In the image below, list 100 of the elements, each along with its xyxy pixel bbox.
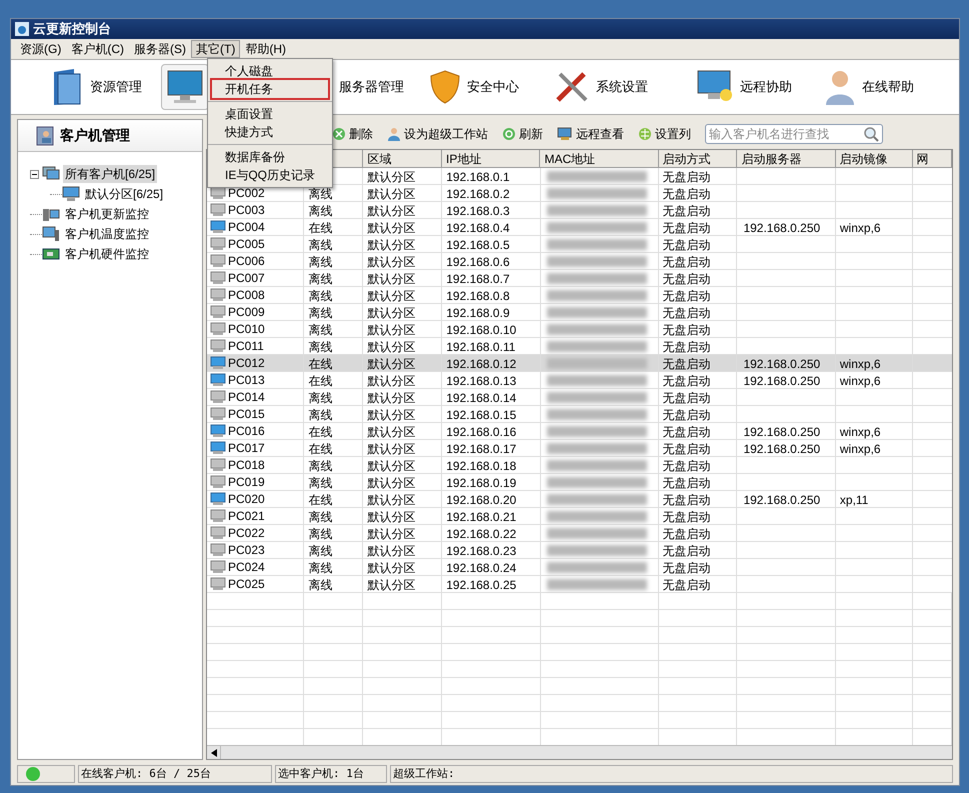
table-cell: 192.168.0.5 bbox=[446, 238, 510, 252]
table-cell: 192.168.0.250 bbox=[743, 374, 820, 388]
table-cell: 无盘启动 bbox=[662, 204, 711, 218]
table-cell: 默认分区 bbox=[367, 357, 416, 371]
menu-item[interactable]: 桌面设置 bbox=[212, 105, 328, 123]
menu-item[interactable]: IE与QQ历史记录 bbox=[212, 166, 328, 184]
table-row[interactable]: PC024 离线 默认分区 192.168.0.24 无盘启动 bbox=[207, 559, 952, 576]
table-row[interactable]: PC003 离线 默认分区 192.168.0.3 无盘启动 bbox=[207, 202, 952, 219]
table-cell: 默认分区 bbox=[367, 493, 416, 507]
table-cell: 无盘启动 bbox=[662, 561, 711, 575]
menu-item[interactable]: 帮助(H) bbox=[240, 40, 291, 58]
table-cell: xp,11 bbox=[840, 493, 868, 507]
table-row[interactable]: PC020 在线 默认分区 192.168.0.20 无盘启动 192.168.0.250 xp,11 bbox=[207, 491, 952, 508]
table-cell: 默认分区 bbox=[367, 408, 416, 422]
column-header[interactable]: MAC地址 bbox=[540, 150, 659, 167]
toolbar-button[interactable] bbox=[161, 64, 209, 110]
tree-item[interactable]: 客户机更新监控 bbox=[63, 205, 151, 223]
table-cell: 192.168.0.17 bbox=[446, 442, 516, 456]
menu-item[interactable]: 快捷方式 bbox=[212, 123, 328, 141]
toolbar-button[interactable]: 远程协助 bbox=[691, 64, 797, 110]
table-cell: 离线 bbox=[308, 527, 332, 541]
table-row[interactable]: PC022 离线 默认分区 192.168.0.22 无盘启动 bbox=[207, 525, 952, 542]
table-row[interactable]: PC005 离线 默认分区 192.168.0.5 无盘启动 bbox=[207, 236, 952, 253]
table-cell: 192.168.0.21 bbox=[446, 510, 516, 524]
toolbar-button[interactable]: 服务器管理 bbox=[334, 64, 409, 110]
toolbar-button[interactable]: 在线帮助 bbox=[819, 64, 919, 110]
table-cell: 192.168.0.11 bbox=[446, 340, 516, 354]
table-cell-text: PC013 bbox=[228, 372, 265, 389]
table-row[interactable]: PC008 离线 默认分区 192.168.0.8 无盘启动 bbox=[207, 287, 952, 304]
table-row[interactable]: PC018 离线 默认分区 192.168.0.18 无盘启动 bbox=[207, 457, 952, 474]
action-button[interactable]: 设为超级工作站 bbox=[387, 125, 488, 143]
table-row[interactable]: PC016 在线 默认分区 192.168.0.16 无盘启动 192.168.0.250 winxp,6 bbox=[207, 423, 952, 440]
tree-item[interactable]: 客户机硬件监控 bbox=[63, 245, 151, 263]
tree-item[interactable]: 客户机温度监控 bbox=[63, 225, 151, 243]
table-cell: 无盘启动 bbox=[662, 187, 711, 201]
column-header[interactable]: 启动镜像 bbox=[836, 150, 913, 167]
left-arrow-icon[interactable] bbox=[210, 748, 216, 756]
table-cell: 默认分区 bbox=[367, 459, 416, 473]
table-cell-text: PC018 bbox=[228, 457, 265, 474]
menu-item[interactable]: 开机任务 bbox=[212, 80, 328, 98]
column-header[interactable]: 启动方式 bbox=[658, 150, 738, 167]
table-row[interactable]: PC006 离线 默认分区 192.168.0.6 无盘启动 bbox=[207, 253, 952, 270]
table-row[interactable]: PC017 在线 默认分区 192.168.0.17 无盘启动 192.168.0.250 winxp,6 bbox=[207, 440, 952, 457]
table-cell: 离线 bbox=[308, 204, 332, 218]
search-field[interactable]: 输入客户机名进行查找 bbox=[705, 124, 883, 144]
menu-item[interactable]: 客户机(C) bbox=[66, 40, 129, 58]
column-header[interactable]: 网 bbox=[912, 150, 952, 167]
table-cell: 默认分区 bbox=[367, 442, 416, 456]
menu-item[interactable]: 个人磁盘 bbox=[212, 62, 328, 80]
table-cell: 无盘启动 bbox=[662, 255, 711, 269]
table-cell: 无盘启动 bbox=[662, 578, 711, 592]
collapse-toggle[interactable] bbox=[30, 170, 39, 178]
table-cell: winxp,6 bbox=[840, 442, 881, 456]
table-row[interactable]: PC019 离线 默认分区 192.168.0.19 无盘启动 bbox=[207, 474, 952, 491]
table-row[interactable]: PC007 离线 默认分区 192.168.0.7 无盘启动 bbox=[207, 270, 952, 287]
horizontal-scrollbar[interactable] bbox=[207, 745, 952, 759]
shield-icon bbox=[429, 69, 461, 105]
table-row[interactable]: PC015 离线 默认分区 192.168.0.15 无盘启动 bbox=[207, 406, 952, 423]
table-cell: 192.168.0.10 bbox=[446, 323, 516, 337]
table-cell: 离线 bbox=[308, 459, 332, 473]
table-row[interactable]: PC010 离线 默认分区 192.168.0.10 无盘启动 bbox=[207, 321, 952, 338]
table-row[interactable]: PC009 离线 默认分区 192.168.0.9 无盘启动 bbox=[207, 304, 952, 321]
table-cell: 默认分区 bbox=[367, 255, 416, 269]
table-cell: 默认分区 bbox=[367, 340, 416, 354]
table-row[interactable]: PC012 在线 默认分区 192.168.0.12 无盘启动 192.168.0.250 winxp,6 bbox=[207, 355, 952, 372]
table-cell: 192.168.0.20 bbox=[446, 493, 516, 507]
column-header[interactable]: 启动服务器 bbox=[737, 150, 836, 167]
table-row[interactable]: PC021 离线 默认分区 192.168.0.21 无盘启动 bbox=[207, 508, 952, 525]
table-cell: 无盘启动 bbox=[662, 527, 711, 541]
table-cell: 192.168.0.16 bbox=[446, 425, 516, 439]
table-row[interactable]: PC025 离线 默认分区 192.168.0.25 无盘启动 bbox=[207, 576, 952, 593]
menu-item[interactable]: 资源(G) bbox=[15, 40, 66, 58]
tree-item[interactable]: 所有客户机[6/25] bbox=[63, 165, 158, 183]
tools-icon bbox=[554, 70, 590, 104]
column-header[interactable]: 区域 bbox=[363, 150, 442, 167]
status-text: 在线客户机: 6台 / 25台 bbox=[78, 765, 272, 783]
table-cell: 离线 bbox=[308, 544, 332, 558]
tree-item[interactable]: 默认分区[6/25] bbox=[83, 185, 166, 203]
toolbar-button[interactable]: 资源管理 bbox=[45, 64, 147, 110]
menu-item[interactable]: 其它(T) bbox=[191, 40, 240, 58]
table-row[interactable]: PC023 离线 默认分区 192.168.0.23 无盘启动 bbox=[207, 542, 952, 559]
hardware-icon bbox=[42, 246, 60, 262]
table-cell: 默认分区 bbox=[367, 510, 416, 524]
action-button[interactable]: 刷新 bbox=[502, 125, 543, 143]
search-icon[interactable] bbox=[863, 126, 879, 142]
toolbar-button[interactable]: 安全中心 bbox=[424, 64, 524, 110]
table-row[interactable]: PC013 在线 默认分区 192.168.0.13 无盘启动 192.168.0.250 winxp,6 bbox=[207, 372, 952, 389]
table-row[interactable]: PC004 在线 默认分区 192.168.0.4 无盘启动 192.168.0.250 winxp,6 bbox=[207, 219, 952, 236]
menu-item[interactable]: 数据库备份 bbox=[212, 148, 328, 166]
table-cell: 无盘启动 bbox=[662, 459, 711, 473]
menu-item[interactable]: 服务器(S) bbox=[129, 40, 191, 58]
status-text: 超级工作站: bbox=[390, 765, 953, 783]
action-button[interactable]: 远程查看 bbox=[557, 125, 624, 143]
toolbar-button[interactable]: 系统设置 bbox=[549, 64, 653, 110]
table-cell: 默认分区 bbox=[367, 391, 416, 405]
monitor-icon bbox=[62, 186, 80, 202]
table-cell: 离线 bbox=[308, 561, 332, 575]
table-row[interactable]: PC014 离线 默认分区 192.168.0.14 无盘启动 bbox=[207, 389, 952, 406]
action-button[interactable]: 设置列 bbox=[638, 125, 691, 143]
column-header[interactable]: IP地址 bbox=[442, 150, 540, 167]
